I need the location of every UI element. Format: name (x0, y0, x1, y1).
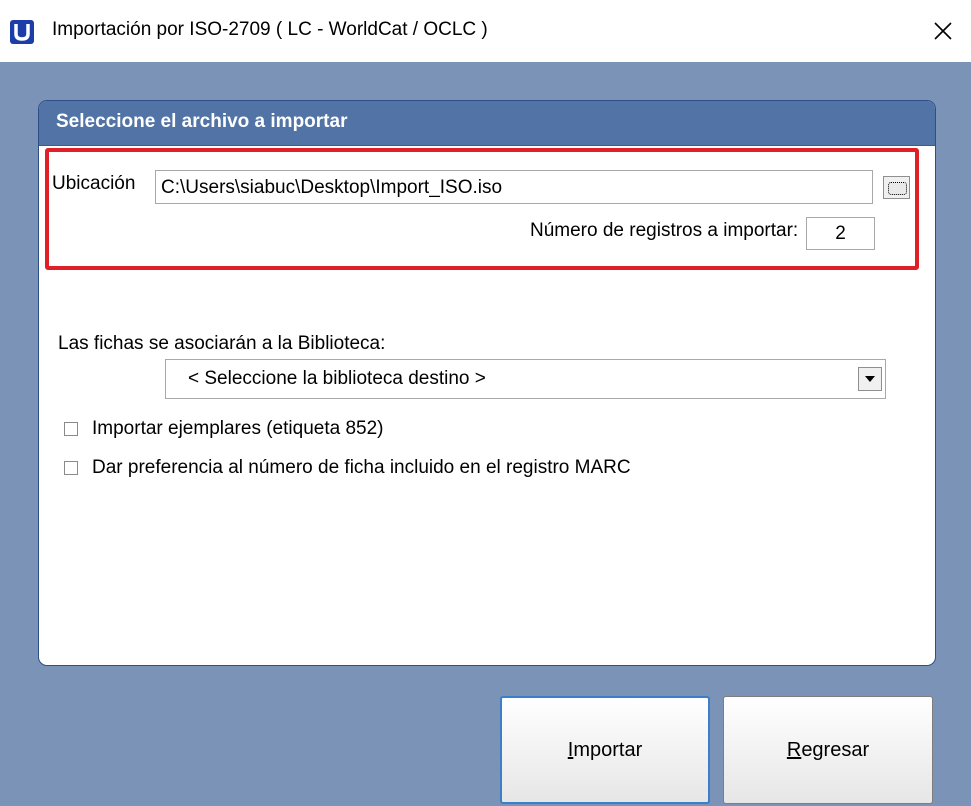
back-mnemonic: R (786, 738, 802, 761)
chevron-down-icon (865, 376, 875, 382)
record-count-label: Número de registros a importar: (530, 220, 799, 241)
location-input[interactable]: C:\Users\siabuc\Desktop\Import_ISO.iso (155, 170, 873, 204)
location-label: Ubicación (52, 173, 136, 194)
import-panel: Seleccione el archivo a importar Ubicaci… (38, 100, 936, 666)
dialog-client-area: Seleccione el archivo a importar Ubicaci… (0, 62, 971, 806)
library-select[interactable]: < Seleccione la biblioteca destino > (165, 359, 886, 399)
file-selection-highlight (45, 148, 919, 270)
window-title: Importación por ISO-2709 ( LC - WorldCat… (52, 19, 488, 40)
library-label: Las fichas se asociarán a la Biblioteca: (58, 333, 386, 354)
dropdown-arrow-button[interactable] (858, 367, 882, 391)
close-button[interactable] (915, 0, 971, 62)
prefer-record-number-label: Dar preferencia al número de ficha inclu… (92, 457, 631, 478)
browse-button[interactable] (883, 176, 910, 199)
import-copies-checkbox[interactable] (64, 422, 78, 436)
folder-browse-icon (888, 182, 907, 195)
title-bar: Importación por ISO-2709 ( LC - WorldCat… (0, 0, 971, 62)
prefer-record-number-checkbox[interactable] (64, 461, 78, 475)
siabuc-app-icon (10, 20, 34, 44)
import-label-rest: mportar (573, 738, 643, 761)
library-selected-value: < Seleccione la biblioteca destino > (188, 368, 486, 389)
back-label-rest: egresar (801, 738, 870, 761)
panel-title: Seleccione el archivo a importar (56, 111, 348, 132)
panel-header: Seleccione el archivo a importar (39, 101, 935, 146)
close-icon (934, 22, 952, 40)
import-button[interactable]: Importar (500, 696, 710, 804)
record-count-field[interactable]: 2 (806, 217, 875, 250)
back-button[interactable]: Regresar (723, 696, 933, 804)
import-copies-label: Importar ejemplares (etiqueta 852) (92, 418, 384, 439)
